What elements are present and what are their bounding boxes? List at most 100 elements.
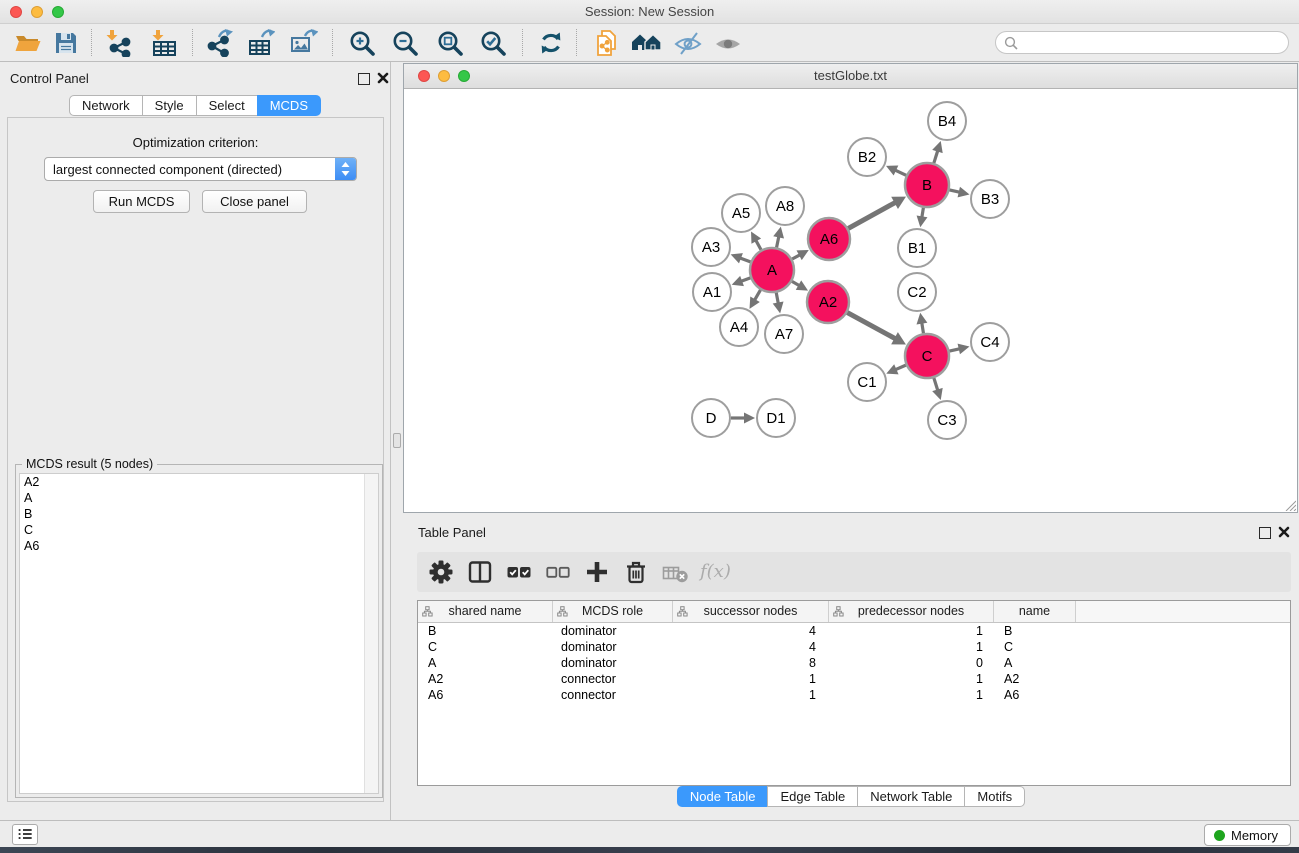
- table-row[interactable]: A2connector11A2: [418, 671, 1290, 687]
- search-input[interactable]: [1022, 34, 1280, 53]
- optimization-criterion-label: Optimization criterion:: [8, 135, 383, 150]
- graph-node-label: D1: [766, 410, 785, 427]
- graph-node-label: B2: [858, 149, 876, 166]
- control-panel-title: Control Panel: [10, 71, 89, 86]
- graph-arrowhead: [773, 227, 784, 239]
- vertical-splitter-grip[interactable]: [393, 433, 401, 448]
- houses-icon[interactable]: [630, 29, 664, 57]
- search-box: [995, 31, 1289, 54]
- header-filler: [1076, 601, 1290, 622]
- graph-node-label: B4: [938, 113, 956, 130]
- graph-node-label: C4: [980, 334, 999, 351]
- select-all-icon[interactable]: [505, 558, 533, 586]
- graph-edge-A6-B[interactable]: [848, 202, 896, 228]
- zoom-selected-icon[interactable]: [479, 29, 507, 57]
- gear-icon[interactable]: [427, 558, 455, 586]
- eye-icon[interactable]: [714, 29, 742, 57]
- result-item[interactable]: B: [20, 506, 378, 522]
- window-resize-grip[interactable]: [1283, 498, 1296, 511]
- export-image-icon[interactable]: [290, 29, 318, 57]
- search-icon: [1004, 36, 1018, 50]
- graph-node-label: A2: [819, 294, 837, 311]
- tab-mcds[interactable]: MCDS: [257, 95, 321, 116]
- result-item[interactable]: A: [20, 490, 378, 506]
- import-network-icon[interactable]: [104, 29, 132, 57]
- network-graph[interactable]: B4B2BB3A5A8A6B1A3AA1C2A2A4A7C4CC1C3DD1: [404, 89, 1297, 512]
- columns-icon[interactable]: [466, 558, 494, 586]
- graph-node-label: A1: [703, 284, 721, 301]
- tab-network[interactable]: Network: [69, 95, 143, 116]
- float-table-panel-icon[interactable]: [1259, 527, 1271, 539]
- close-table-panel-icon[interactable]: [1277, 525, 1291, 539]
- toolbar-separator: [522, 29, 523, 56]
- graph-node-label: B3: [981, 191, 999, 208]
- attribute-type-icon: [557, 606, 568, 617]
- table-row[interactable]: Bdominator41B: [418, 623, 1290, 639]
- memory-button[interactable]: Memory: [1204, 824, 1291, 846]
- run-mcds-button[interactable]: Run MCDS: [93, 190, 190, 213]
- network-canvas[interactable]: B4B2BB3A5A8A6B1A3AA1C2A2A4A7C4CC1C3DD1: [404, 89, 1297, 512]
- application-window: Session: New Session Control Panel: [0, 0, 1299, 853]
- graph-node-label: A: [767, 262, 777, 279]
- column-header-shared-name[interactable]: shared name: [418, 601, 553, 622]
- deselect-all-icon[interactable]: [544, 558, 572, 586]
- graph-node-label: A3: [702, 239, 720, 256]
- result-scrollbar[interactable]: [364, 474, 378, 793]
- graph-edge-A2-C[interactable]: [847, 313, 896, 340]
- graph-node-label: A4: [730, 319, 748, 336]
- memory-status-icon: [1214, 830, 1225, 841]
- trash-icon[interactable]: [622, 558, 650, 586]
- function-builder-icon[interactable]: f(x): [700, 558, 731, 586]
- column-header-predecessor-nodes[interactable]: predecessor nodes: [829, 601, 994, 622]
- result-item[interactable]: C: [20, 522, 378, 538]
- close-panel-icon[interactable]: [376, 71, 390, 85]
- tab-node-table[interactable]: Node Table: [677, 786, 769, 807]
- graph-arrowhead: [932, 388, 942, 400]
- criterion-dropdown[interactable]: largest connected component (directed): [44, 157, 357, 181]
- export-network-icon[interactable]: [205, 29, 233, 57]
- main-toolbar: [0, 24, 1299, 62]
- eye-slash-icon[interactable]: [674, 29, 702, 57]
- result-item[interactable]: A6: [20, 538, 378, 554]
- zoom-fit-icon[interactable]: [436, 29, 464, 57]
- column-header-successor-nodes[interactable]: successor nodes: [673, 601, 829, 622]
- zoom-in-icon[interactable]: [348, 29, 376, 57]
- save-icon[interactable]: [52, 29, 80, 57]
- add-column-icon[interactable]: [583, 558, 611, 586]
- delete-table-icon[interactable]: [661, 558, 689, 586]
- table-row[interactable]: Adominator80A: [418, 655, 1290, 671]
- table-row[interactable]: Cdominator41C: [418, 639, 1290, 655]
- result-item[interactable]: A2: [20, 474, 378, 490]
- column-header-name[interactable]: name: [994, 601, 1076, 622]
- tab-style[interactable]: Style: [142, 95, 197, 116]
- tab-motifs[interactable]: Motifs: [964, 786, 1025, 807]
- graph-edge-B-B4[interactable]: [934, 150, 938, 163]
- close-panel-button[interactable]: Close panel: [202, 190, 307, 213]
- task-history-button[interactable]: [12, 824, 38, 845]
- control-panel: Control Panel Network Style Select MCDS …: [0, 62, 391, 820]
- graph-node-label: A5: [732, 205, 750, 222]
- graph-node-label: C3: [937, 412, 956, 429]
- toolbar-separator: [91, 29, 92, 56]
- desktop-background: [0, 847, 1299, 853]
- open-folder-icon[interactable]: [14, 29, 42, 57]
- tab-edge-table[interactable]: Edge Table: [767, 786, 858, 807]
- graph-edge-C-C3[interactable]: [934, 378, 938, 391]
- mcds-result-list: A2 A B C A6: [19, 473, 379, 794]
- tab-select[interactable]: Select: [196, 95, 258, 116]
- node-table: shared name MCDS role successor nodes pr…: [417, 600, 1291, 786]
- tab-network-table[interactable]: Network Table: [857, 786, 965, 807]
- table-toolbar: f(x): [417, 552, 1291, 592]
- zoom-out-icon[interactable]: [391, 29, 419, 57]
- copy-network-icon[interactable]: [594, 29, 622, 57]
- graph-arrowhead: [917, 313, 928, 325]
- export-table-icon[interactable]: [247, 29, 275, 57]
- refresh-icon[interactable]: [537, 29, 565, 57]
- float-panel-icon[interactable]: [358, 73, 370, 85]
- table-row[interactable]: A6connector11A6: [418, 687, 1290, 703]
- import-table-icon[interactable]: [150, 29, 178, 57]
- graph-node-label: A8: [776, 198, 794, 215]
- column-header-mcds-role[interactable]: MCDS role: [553, 601, 673, 622]
- toolbar-separator: [192, 29, 193, 56]
- graph-arrowhead: [917, 216, 928, 228]
